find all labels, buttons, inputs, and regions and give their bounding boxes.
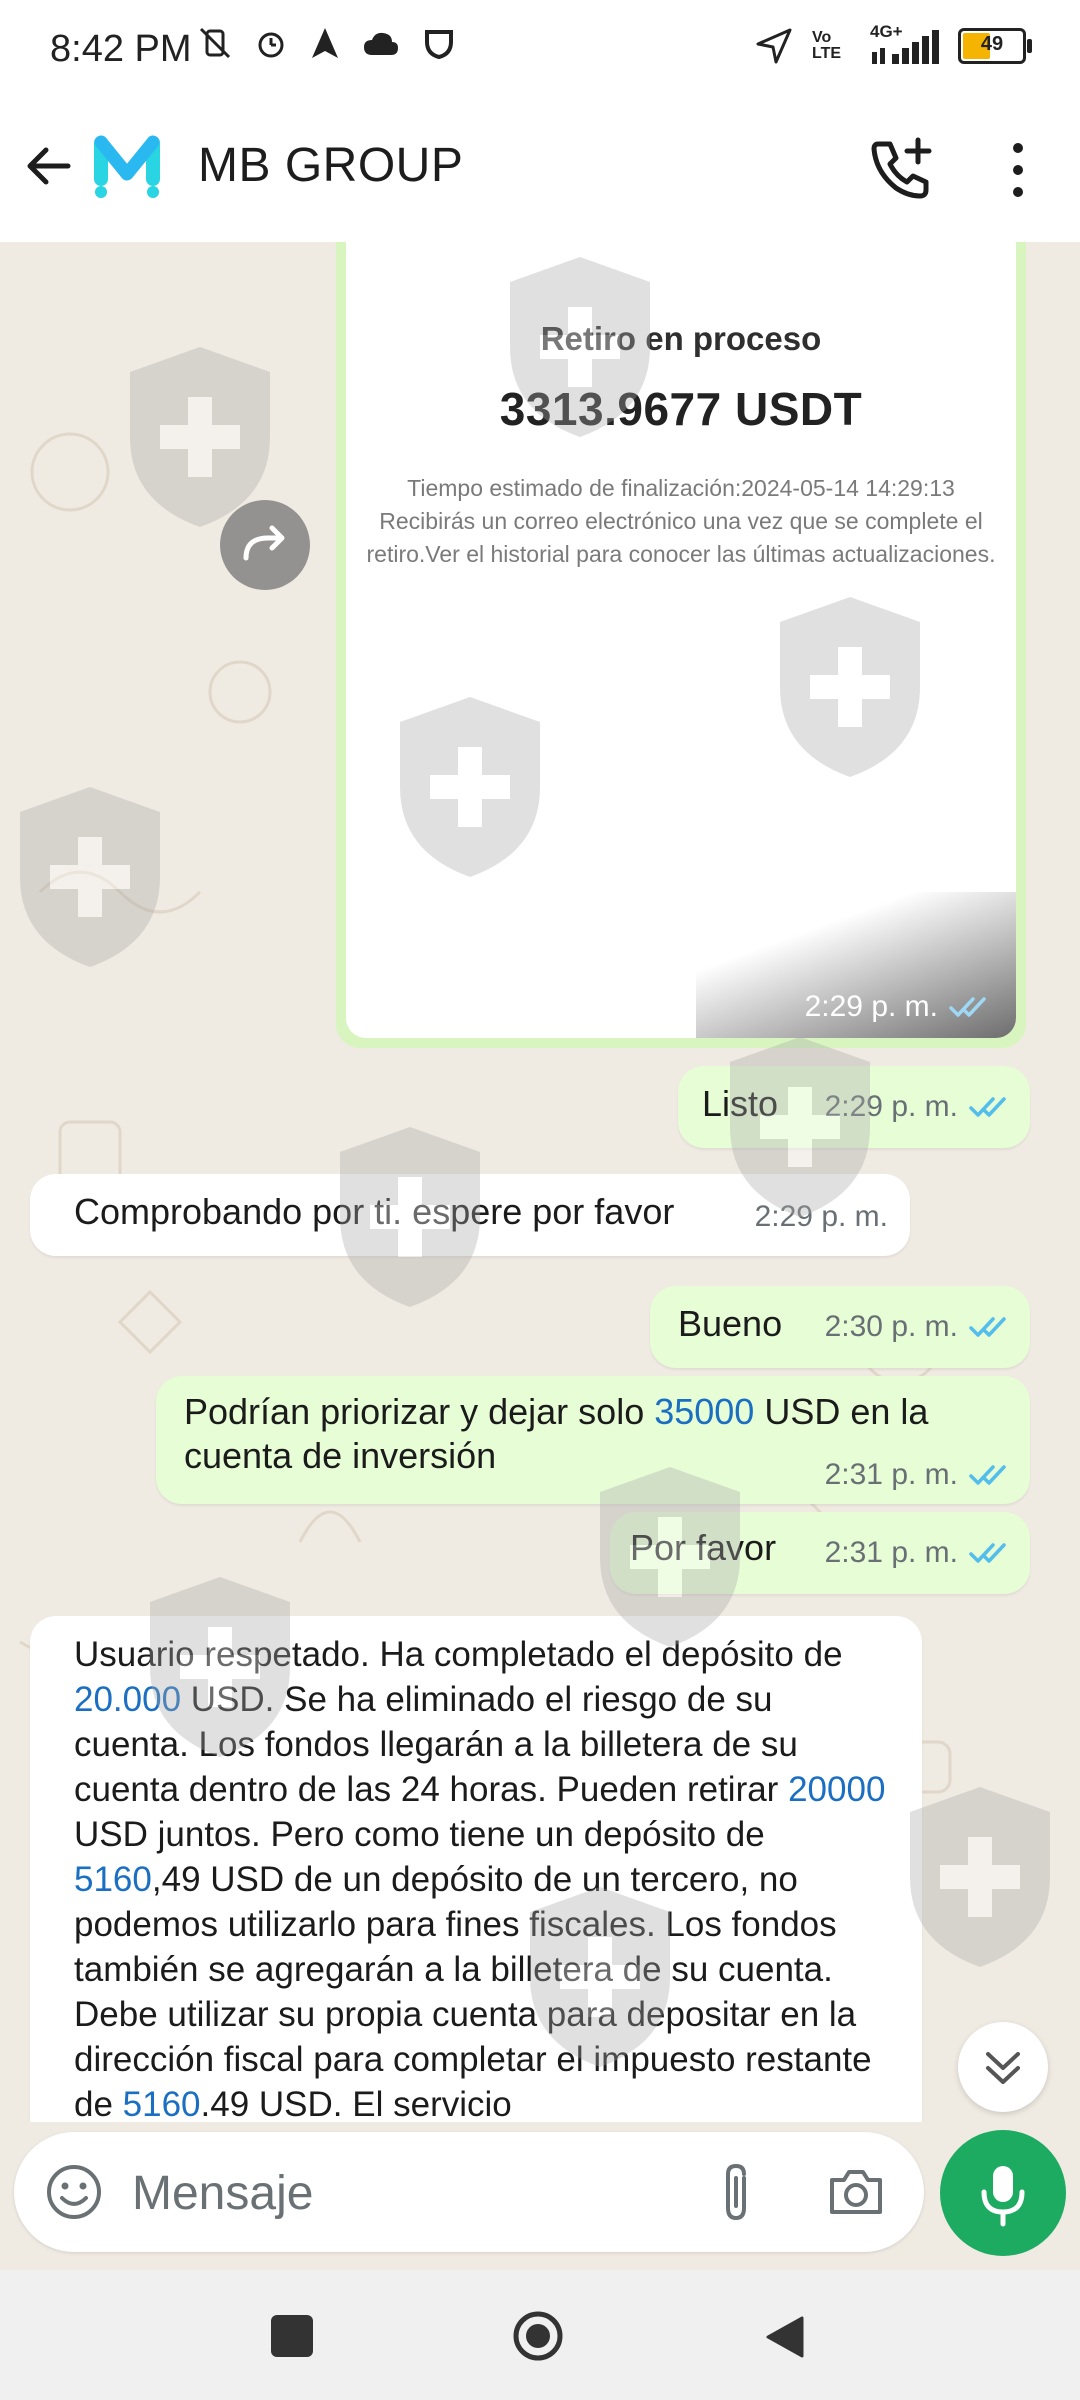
message-text: Listo	[702, 1083, 779, 1124]
withdrawal-title: Retiro en proceso	[540, 320, 822, 357]
long-message-text: Usuario respetado. Ha completado el depó…	[74, 1632, 894, 2122]
message-meta: 2:31 p. m.	[825, 1458, 1012, 1492]
alarm-icon	[258, 32, 284, 58]
message-bubble-out[interactable]: Bueno 2:30 p. m.	[650, 1286, 1030, 1368]
message-bubble-in[interactable]: Comprobando por ti. espere por favor 2:2…	[30, 1174, 910, 1256]
message-bubble-out[interactable]: Por favor 2:31 p. m.	[610, 1512, 1030, 1594]
battery-icon: 49	[958, 28, 1032, 64]
camera-icon[interactable]	[826, 2164, 886, 2220]
message-bubble-out[interactable]: Listo 2:29 p. m.	[678, 1066, 1030, 1148]
status-time: 8:42 PM	[50, 28, 192, 70]
chat-header: MB GROUP	[0, 100, 1080, 242]
forward-icon[interactable]	[220, 500, 310, 590]
message-meta: 2:29 p. m.	[755, 1200, 888, 1234]
message-meta: 2:30 p. m.	[825, 1310, 1012, 1344]
message-time: 2:30 p. m.	[824, 1310, 958, 1343]
status-bar: 8:42 PM Vo LTE 4G+ 49	[0, 0, 1080, 100]
vibrate-off-icon	[199, 27, 231, 59]
withdrawal-description: Tiempo estimado de finalización:2024-05-…	[366, 475, 996, 567]
amount-link[interactable]: 5160	[74, 1860, 152, 1899]
message-text-part: USD en la	[754, 1391, 929, 1432]
message-text-part: USD juntos. Pero como tiene un depósito …	[74, 1815, 765, 1854]
message-text-part: .49 USD. El servicio	[200, 2085, 512, 2122]
add-call-icon[interactable]	[868, 136, 936, 200]
message-text-part: USD. Se ha eliminado el riesgo de su cue…	[74, 1680, 798, 1809]
system-nav-bar	[0, 2270, 1080, 2400]
message-text-part: Usuario respetado. Ha completado el depó…	[74, 1635, 843, 1674]
image-time: 2:29 p. m.	[804, 990, 938, 1023]
message-time: 2:29 p. m.	[754, 1200, 888, 1233]
amount-link[interactable]: 35000	[654, 1391, 754, 1432]
location-arrow-icon	[756, 28, 792, 64]
scroll-to-bottom-button[interactable]	[958, 2022, 1048, 2112]
read-ticks-icon	[969, 1097, 1006, 1117]
signal-block: 4G+	[870, 22, 940, 66]
message-text-part: cuenta de inversión	[184, 1435, 497, 1476]
status-icons-left	[198, 26, 456, 60]
group-avatar-logo[interactable]	[92, 130, 162, 200]
amount-link[interactable]: 5160	[123, 2085, 201, 2122]
cloud-icon	[364, 32, 398, 55]
message-input[interactable]: Mensaje	[132, 2166, 313, 2221]
message-text: Bueno	[678, 1303, 783, 1344]
read-ticks-icon	[969, 1317, 1006, 1337]
emoji-icon[interactable]	[44, 2162, 104, 2222]
message-text-part: ,49 USD de un depósito de un tercero, no…	[74, 1860, 872, 2122]
image-meta: 2:29 p. m.	[805, 990, 992, 1024]
back-button[interactable]	[760, 2312, 810, 2362]
signal-icon	[872, 30, 939, 64]
message-text-part: Podrían priorizar y dejar solo	[184, 1391, 655, 1432]
back-arrow-icon[interactable]	[20, 136, 80, 196]
message-time: 2:29 p. m.	[824, 1090, 958, 1123]
attach-icon[interactable]	[714, 2160, 758, 2226]
volte-label: Vo LTE	[812, 29, 842, 62]
status-icons-right: Vo LTE 4G+ 49	[754, 22, 1032, 66]
recent-apps-button[interactable]	[271, 2315, 313, 2357]
read-ticks-icon	[949, 997, 986, 1017]
message-time: 2:31 p. m.	[824, 1458, 958, 1491]
chat-area[interactable]: Retiro en proceso 3313.9677 USDT Tiempo …	[0, 242, 1080, 2122]
read-ticks-icon	[969, 1543, 1006, 1563]
message-text: Por favor	[630, 1527, 777, 1568]
amount-link[interactable]: 20.000	[74, 1680, 181, 1719]
message-input-bar[interactable]: Mensaje	[14, 2132, 924, 2252]
read-ticks-icon	[969, 1465, 1006, 1485]
shield-status-icon	[425, 30, 453, 60]
message-meta: 2:29 p. m.	[825, 1090, 1012, 1124]
double-chevron-down-icon	[986, 2052, 1020, 2084]
message-bubble-out[interactable]: Podrían priorizar y dejar solo 35000 USD…	[156, 1376, 1030, 1504]
more-options-icon[interactable]	[1000, 138, 1036, 202]
microphone-icon	[981, 2166, 1025, 2227]
message-meta: 2:31 p. m.	[825, 1536, 1012, 1570]
chat-title[interactable]: MB GROUP	[198, 138, 463, 193]
message-text: Comprobando por ti. espere por favor	[74, 1191, 675, 1232]
withdrawal-amount: 3313.9677 USDT	[499, 383, 863, 435]
amount-link[interactable]: 20000	[788, 1770, 885, 1809]
home-button[interactable]	[512, 2310, 564, 2362]
message-time: 2:31 p. m.	[824, 1536, 958, 1569]
battery-level: 49	[980, 33, 1004, 55]
voice-message-button[interactable]	[940, 2130, 1066, 2256]
withdrawal-screenshot[interactable]: Retiro en proceso 3313.9677 USDT Tiempo …	[346, 242, 1016, 1038]
image-message[interactable]: Retiro en proceso 3313.9677 USDT Tiempo …	[336, 242, 1026, 1048]
navigation-icon	[312, 28, 338, 58]
